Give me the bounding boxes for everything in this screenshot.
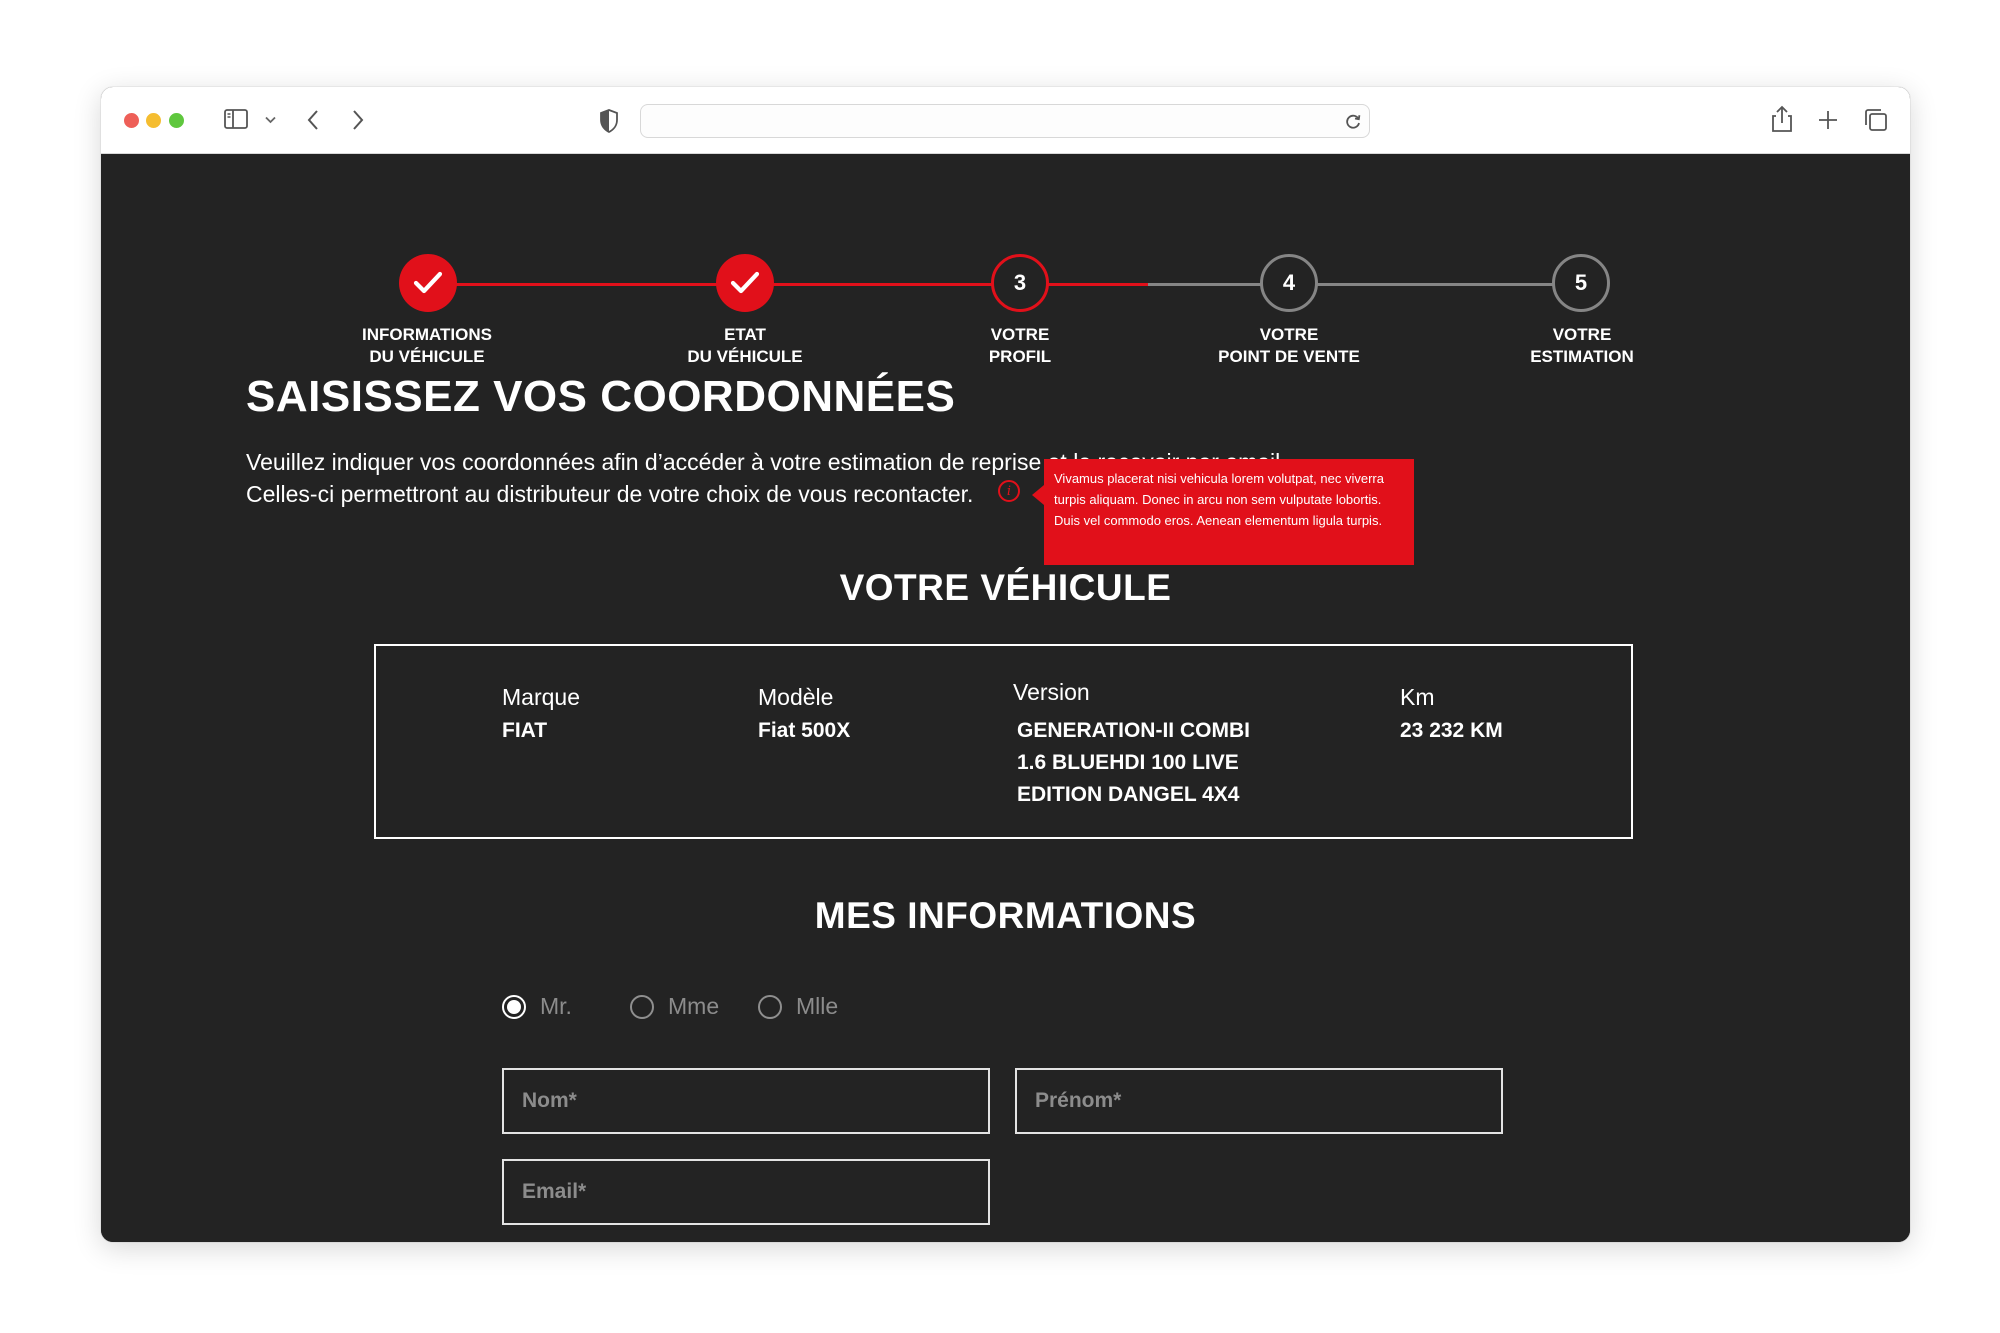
radio-unchecked-icon[interactable] (758, 994, 782, 1019)
radio-label: Mr. (540, 993, 572, 1019)
prenom-field (1015, 1068, 1503, 1134)
step-4-circle: 4 (1260, 254, 1318, 312)
page-title: SAISISSEZ VOS COORDONNÉES (246, 372, 956, 421)
radio-mr[interactable]: Mr. (502, 993, 572, 1020)
chevron-down-icon[interactable] (265, 116, 276, 124)
forward-arrow-icon[interactable] (351, 109, 365, 131)
step-number: 3 (1013, 270, 1027, 295)
version-line: 1.6 BLUEHDI 100 LIVE (1017, 751, 1239, 774)
step-label-line: VOTRE (1259, 325, 1319, 344)
step-3-circle: 3 (991, 254, 1049, 312)
version-value: GENERATION-II COMBI 1.6 BLUEHDI 100 LIVE… (1017, 715, 1250, 811)
zoom-window-button[interactable] (169, 113, 184, 128)
step-label-line: VOTRE (1552, 325, 1612, 344)
step-4-label: VOTRE POINT DE VENTE (1169, 324, 1409, 368)
address-bar[interactable] (640, 104, 1370, 138)
radio-label: Mme (668, 993, 720, 1019)
step-2-label: ETAT DU VÉHICULE (625, 324, 865, 368)
step-connector (745, 283, 1020, 286)
step-label-line: INFORMATIONS (361, 325, 492, 344)
step-label-line: POINT DE VENTE (1218, 347, 1360, 366)
version-line: EDITION DANGEL 4X4 (1017, 783, 1240, 806)
tab-overview-icon[interactable] (1864, 108, 1888, 132)
step-label-line: ETAT (724, 325, 766, 344)
back-arrow-icon[interactable] (306, 109, 320, 131)
close-window-button[interactable] (124, 113, 139, 128)
browser-toolbar (101, 87, 1910, 154)
step-5-label: VOTRE ESTIMATION (1462, 324, 1702, 368)
email-input[interactable] (504, 1161, 988, 1223)
sidebar-toggle-icon[interactable] (224, 109, 248, 129)
prenom-input[interactable] (1017, 1070, 1501, 1132)
step-5-circle: 5 (1552, 254, 1610, 312)
checkmark-icon (730, 271, 760, 294)
step-connector (428, 283, 745, 286)
radio-label: Mlle (796, 993, 839, 1019)
marque-label: Marque (502, 684, 580, 710)
vehicle-summary-box: Marque FIAT Modèle Fiat 500X Version GEN… (374, 644, 1633, 839)
step-1-label: INFORMATIONS DU VÉHICULE (307, 324, 547, 368)
page-content: INFORMATIONS DU VÉHICULE ETAT DU VÉHICUL… (101, 154, 1910, 1242)
radio-checked-icon[interactable] (502, 994, 526, 1019)
step-label-line: VOTRE (990, 325, 1050, 344)
checkmark-icon (413, 271, 443, 294)
step-label-line: DU VÉHICULE (687, 347, 803, 366)
step-label-line: DU VÉHICULE (369, 347, 485, 366)
radio-mme[interactable]: Mme (630, 993, 719, 1020)
km-value: 23 232 KM (1400, 719, 1503, 742)
marque-value: FIAT (502, 719, 548, 742)
minimize-window-button[interactable] (146, 113, 161, 128)
browser-window: INFORMATIONS DU VÉHICULE ETAT DU VÉHICUL… (101, 87, 1910, 1242)
new-tab-plus-icon[interactable] (1817, 109, 1839, 131)
modele-label: Modèle (758, 684, 834, 710)
step-1-circle (399, 254, 457, 312)
nom-field (502, 1068, 990, 1134)
nom-input[interactable] (504, 1070, 988, 1132)
my-info-section-title: MES INFORMATIONS (814, 895, 1197, 936)
privacy-shield-icon[interactable] (599, 109, 619, 133)
version-line: GENERATION-II COMBI (1017, 719, 1250, 742)
radio-mlle[interactable]: Mlle (758, 993, 838, 1020)
step-number: 5 (1574, 270, 1588, 295)
email-field (502, 1159, 990, 1225)
vehicle-section-title: VOTRE VÉHICULE (839, 567, 1172, 608)
km-label: Km (1400, 684, 1435, 710)
step-connector (1289, 283, 1581, 286)
version-label: Version (1013, 679, 1090, 705)
step-3-label: VOTRE PROFIL (900, 324, 1140, 368)
step-2-circle (716, 254, 774, 312)
radio-unchecked-icon[interactable] (630, 994, 654, 1019)
share-icon[interactable] (1771, 105, 1793, 133)
reload-icon[interactable] (1343, 111, 1363, 131)
step-number: 4 (1282, 270, 1296, 295)
step-label-line: ESTIMATION (1530, 347, 1634, 366)
step-label-line: PROFIL (988, 347, 1052, 366)
info-icon[interactable]: i (998, 480, 1020, 502)
modele-value: Fiat 500X (758, 719, 851, 742)
info-tooltip: Vivamus placerat nisi vehicula lorem vol… (1032, 459, 1414, 565)
